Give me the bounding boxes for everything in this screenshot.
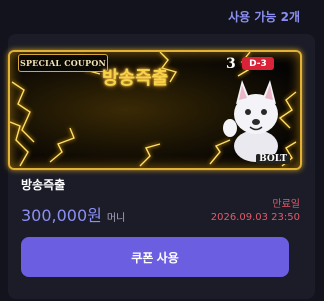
use-coupon-button[interactable]: 쿠폰 사용: [21, 237, 289, 277]
bolt-badge: BOLT: [256, 154, 290, 164]
amount-value: 300,000원: [21, 206, 102, 225]
dog-mascot-icon: [223, 80, 278, 162]
expiry-label: 만료일: [272, 199, 300, 210]
expiry-date: 2026.09.03 23:50: [210, 212, 300, 223]
coupon-amount: 300,000원 머니: [21, 202, 125, 226]
amount-unit: 머니: [106, 213, 126, 224]
brand-logo: 3 D-3: [226, 56, 296, 76]
coupon-name: 방송즉출: [21, 178, 66, 192]
banner-title: 방송즉출: [102, 68, 169, 89]
special-coupon-tag: SPECIAL COUPON: [18, 54, 108, 72]
available-count-label: 사용 가능 2개: [228, 10, 300, 24]
logo-d3-badge: D-3: [242, 57, 274, 70]
coupon-banner-image: SPECIAL COUPON 방송즉출 3 D-3 BOLT: [8, 50, 302, 170]
logo-mark: 3: [226, 56, 236, 72]
